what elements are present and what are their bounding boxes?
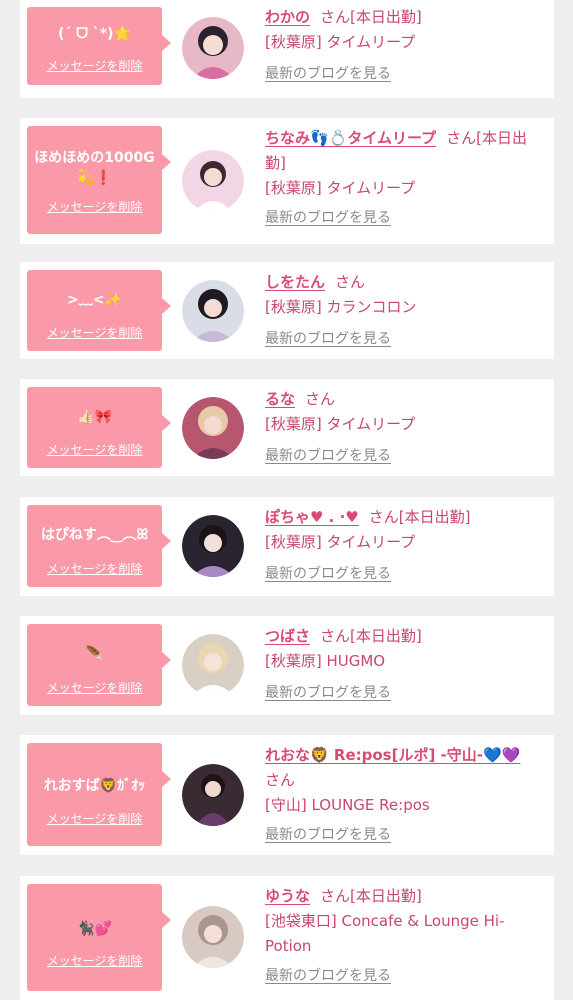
message-bubble: >﹏<✨ メッセージを削除 bbox=[27, 270, 171, 351]
message-text: >﹏<✨ bbox=[67, 292, 122, 308]
favorite-card: はぴねす︵‿︵ꕤ メッセージを削除 ぽちゃ♥︎ . ·♥︎ さん[本日出勤] [秋… bbox=[20, 497, 554, 596]
delete-message-link[interactable]: メッセージを削除 bbox=[27, 57, 162, 74]
cast-name-link[interactable]: ゆうな bbox=[265, 887, 310, 905]
avatar[interactable] bbox=[182, 634, 244, 696]
message-bubble: ほめほめの1000G 💫❗️ メッセージを削除 bbox=[27, 126, 171, 234]
blog-link[interactable]: 最新のブログを見る bbox=[265, 965, 391, 985]
message-bubble: 🐈‍⬛💕 メッセージを削除 bbox=[27, 884, 171, 991]
cast-info: ゆうな さん[本日出勤] [池袋東口] Concafe & Lounge Hi-P… bbox=[265, 884, 545, 985]
avatar[interactable] bbox=[182, 150, 244, 212]
favorite-card: 👍🏻🎀 メッセージを削除 るな さん [秋葉原] タイムリープ 最新のブログを見る bbox=[20, 379, 554, 476]
cast-name-link[interactable]: しをたん bbox=[265, 273, 325, 291]
honorific: さん bbox=[368, 508, 399, 526]
honorific: さん bbox=[320, 887, 351, 905]
delete-message-link[interactable]: メッセージを削除 bbox=[27, 810, 162, 827]
favorite-card: 🪶 メッセージを削除 つばさ さん[本日出勤] [秋葉原] HUGMO 最新のブロ… bbox=[20, 616, 554, 715]
message-bubble: (ˊ ᗜ ˋ*)🌟 メッセージを削除 bbox=[27, 7, 171, 85]
message-text: 🐈‍⬛💕 bbox=[77, 921, 112, 937]
status-badge: [本日出勤] bbox=[350, 8, 422, 26]
avatar[interactable] bbox=[182, 397, 244, 459]
delete-message-link[interactable]: メッセージを削除 bbox=[27, 679, 162, 696]
blog-link[interactable]: 最新のブログを見る bbox=[265, 682, 391, 702]
cast-info: るな さん [秋葉原] タイムリープ 最新のブログを見る bbox=[265, 387, 545, 465]
status-badge: [本日出勤] bbox=[350, 627, 422, 645]
delete-message-link[interactable]: メッセージを削除 bbox=[27, 198, 162, 215]
cast-info: つばさ さん[本日出勤] [秋葉原] HUGMO 最新のブログを見る bbox=[265, 624, 545, 702]
cast-name-link[interactable]: つばさ bbox=[265, 627, 310, 645]
favorite-card: >﹏<✨ メッセージを削除 しをたん さん [秋葉原] カランコロン 最新のブログ… bbox=[20, 262, 554, 359]
delete-message-link[interactable]: メッセージを削除 bbox=[27, 952, 162, 969]
blog-link[interactable]: 最新のブログを見る bbox=[265, 445, 391, 465]
cast-name-link[interactable]: ぽちゃ♥︎ . ·♥︎ bbox=[265, 508, 359, 526]
blog-link[interactable]: 最新のブログを見る bbox=[265, 563, 391, 583]
message-text: はぴねす︵‿︵ꕤ bbox=[40, 527, 149, 543]
delete-message-link[interactable]: メッセージを削除 bbox=[27, 560, 162, 577]
blog-link[interactable]: 最新のブログを見る bbox=[265, 207, 391, 227]
message-bubble: 🪶 メッセージを削除 bbox=[27, 624, 171, 706]
shop-name: [池袋東口] Concafe & Lounge Hi-Potion bbox=[265, 912, 505, 955]
message-text: ほめほめの1000G 💫❗️ bbox=[34, 150, 155, 186]
shop-name: [秋葉原] タイムリープ bbox=[265, 33, 416, 51]
message-bubble: 👍🏻🎀 メッセージを削除 bbox=[27, 387, 171, 468]
blog-link[interactable]: 最新のブログを見る bbox=[265, 328, 391, 348]
shop-name: [秋葉原] タイムリープ bbox=[265, 179, 416, 197]
cast-name-link[interactable]: わかの bbox=[265, 8, 310, 26]
honorific: さん bbox=[335, 273, 366, 291]
message-text: (ˊ ᗜ ˋ*)🌟 bbox=[58, 26, 131, 42]
message-bubble: れおすば🦁ｶﾞｵｯ メッセージを削除 bbox=[27, 743, 171, 846]
cast-info: ちなみ👣💍タイムリープ さん[本日出勤] [秋葉原] タイムリープ 最新のブログを… bbox=[265, 126, 545, 227]
honorific: さん bbox=[320, 8, 351, 26]
honorific: さん bbox=[320, 627, 351, 645]
cast-info: しをたん さん [秋葉原] カランコロン 最新のブログを見る bbox=[265, 270, 545, 348]
honorific: さん bbox=[305, 390, 336, 408]
cast-info: ぽちゃ♥︎ . ·♥︎ さん[本日出勤] [秋葉原] タイムリープ 最新のブログを… bbox=[265, 505, 545, 583]
honorific: さん bbox=[265, 771, 296, 789]
blog-link[interactable]: 最新のブログを見る bbox=[265, 824, 391, 844]
message-text: れおすば🦁ｶﾞｵｯ bbox=[43, 778, 146, 794]
shop-name: [秋葉原] タイムリープ bbox=[265, 415, 416, 433]
favorite-card: ほめほめの1000G 💫❗️ メッセージを削除 ちなみ👣💍タイムリープ さん[本日… bbox=[20, 118, 554, 244]
cast-name-link[interactable]: るな bbox=[265, 390, 295, 408]
shop-name: [秋葉原] タイムリープ bbox=[265, 533, 416, 551]
blog-link[interactable]: 最新のブログを見る bbox=[265, 63, 391, 83]
delete-message-link[interactable]: メッセージを削除 bbox=[27, 441, 162, 458]
cast-name-link[interactable]: ちなみ👣💍タイムリープ bbox=[265, 129, 436, 147]
message-text: 👍🏻🎀 bbox=[77, 409, 112, 425]
favorite-card: れおすば🦁ｶﾞｵｯ メッセージを削除 れおな🦁 Re:pos[ルポ] -守山-💙… bbox=[20, 735, 554, 855]
avatar[interactable] bbox=[182, 17, 244, 79]
avatar[interactable] bbox=[182, 515, 244, 577]
favorite-card: (ˊ ᗜ ˋ*)🌟 メッセージを削除 わかの さん[本日出勤] [秋葉原] タイム… bbox=[20, 0, 554, 98]
cast-info: れおな🦁 Re:pos[ルポ] -守山-💙💜 さん [守山] LOUNGE Re:… bbox=[265, 743, 545, 844]
shop-name: [秋葉原] HUGMO bbox=[265, 652, 386, 670]
cast-info: わかの さん[本日出勤] [秋葉原] タイムリープ 最新のブログを見る bbox=[265, 5, 545, 83]
avatar[interactable] bbox=[182, 280, 244, 342]
cast-name-link[interactable]: れおな🦁 Re:pos[ルポ] -守山-💙💜 bbox=[265, 746, 520, 764]
avatar[interactable] bbox=[182, 764, 244, 826]
message-bubble: はぴねす︵‿︵ꕤ メッセージを削除 bbox=[27, 505, 171, 587]
status-badge: [本日出勤] bbox=[350, 887, 422, 905]
delete-message-link[interactable]: メッセージを削除 bbox=[27, 324, 162, 341]
shop-name: [守山] LOUNGE Re:pos bbox=[265, 796, 430, 814]
status-badge: [本日出勤] bbox=[398, 508, 471, 526]
avatar[interactable] bbox=[182, 906, 244, 968]
honorific: さん bbox=[446, 129, 477, 147]
shop-name: [秋葉原] カランコロン bbox=[265, 298, 417, 316]
message-text: 🪶 bbox=[85, 646, 104, 662]
favorite-card: 🐈‍⬛💕 メッセージを削除 ゆうな さん[本日出勤] [池袋東口] Concafe… bbox=[20, 876, 554, 1000]
